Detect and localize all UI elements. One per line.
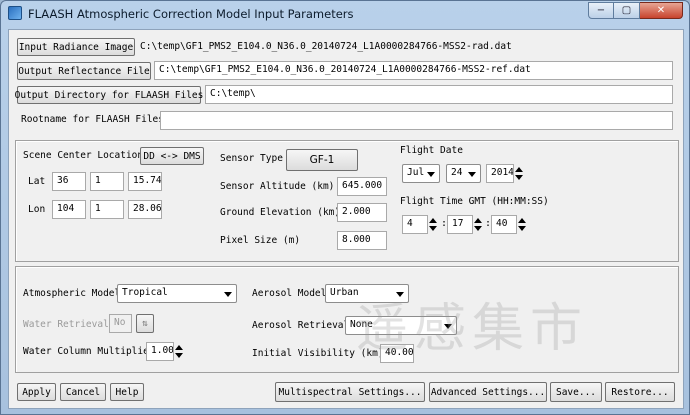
initial-visibility-field[interactable]: 40.00	[380, 344, 414, 363]
spin-down-icon	[175, 353, 183, 358]
apply-button[interactable]: Apply	[17, 383, 56, 401]
model-panel: Atmospheric Model Tropical Water Retriev…	[15, 266, 679, 373]
chevron-down-icon	[396, 292, 404, 297]
aerosol-retrieval-label: Aerosol Retrieval	[252, 320, 350, 331]
flight-hour-field[interactable]: 4	[402, 215, 428, 234]
water-column-spinner[interactable]	[174, 342, 184, 361]
scene-sensor-panel: Scene Center Location DD <-> DMS Lat 36 …	[15, 140, 679, 262]
help-button[interactable]: Help	[110, 383, 144, 401]
multispectral-settings-button[interactable]: Multispectral Settings...	[275, 382, 425, 402]
restore-button[interactable]: Restore...	[605, 382, 675, 402]
toggle-arrows-icon: ⇅	[142, 318, 148, 329]
spin-up-icon	[515, 167, 523, 172]
output-directory-field[interactable]: C:\temp\	[205, 85, 673, 104]
spin-down-icon	[429, 226, 437, 231]
minimize-icon: −	[596, 5, 606, 16]
app-icon	[8, 6, 22, 20]
output-reflectance-field[interactable]: C:\temp\GF1_PMS2_E104.0_N36.0_20140724_L…	[154, 61, 673, 80]
caption-buttons: − ▢ ✕	[588, 2, 683, 19]
water-column-label: Water Column Multiplier	[23, 346, 155, 357]
dd-dms-toggle-button[interactable]: DD <-> DMS	[140, 147, 204, 165]
atmospheric-model-value: Tropical	[122, 287, 168, 298]
flight-second-field[interactable]: 40	[491, 215, 517, 234]
lon-label: Lon	[28, 204, 46, 215]
aerosol-model-value: Urban	[330, 287, 359, 298]
lat-label: Lat	[28, 176, 46, 187]
aerosol-model-dropdown[interactable]: Urban	[325, 284, 409, 303]
spin-up-icon	[429, 218, 437, 223]
lat-seconds-field[interactable]: 15.74	[128, 172, 162, 191]
spin-down-icon	[518, 226, 526, 231]
lat-minutes-field[interactable]: 1	[90, 172, 124, 191]
sensor-type-label: Sensor Type	[220, 153, 283, 164]
flight-date-label: Flight Date	[400, 145, 463, 156]
year-spinner[interactable]	[514, 164, 524, 183]
initial-visibility-label: Initial Visibility (km)	[252, 348, 384, 359]
chevron-down-icon	[224, 292, 232, 297]
aerosol-retrieval-dropdown[interactable]: None	[345, 316, 457, 335]
pixel-size-label: Pixel Size (m)	[220, 235, 301, 246]
lon-minutes-field[interactable]: 1	[90, 200, 124, 219]
flight-day-value: 24	[451, 167, 463, 178]
atmospheric-model-dropdown[interactable]: Tropical	[117, 284, 237, 303]
minimize-button[interactable]: −	[588, 2, 614, 19]
minute-spinner[interactable]	[473, 215, 483, 234]
input-radiance-path: C:\temp\GF1_PMS2_E104.0_N36.0_20140724_L…	[140, 41, 512, 52]
ground-elevation-field[interactable]: 2.000	[337, 203, 387, 222]
flight-month-value: Jul	[407, 167, 425, 178]
window-title: FLAASH Atmospheric Correction Model Inpu…	[28, 7, 354, 21]
scene-center-label: Scene Center Location	[23, 150, 144, 161]
water-retrieval-toggle-button: ⇅	[136, 314, 154, 333]
flaash-dialog-window: FLAASH Atmospheric Correction Model Inpu…	[0, 0, 690, 415]
pixel-size-field[interactable]: 8.000	[337, 231, 387, 250]
maximize-button[interactable]: ▢	[614, 2, 640, 19]
sensor-type-button[interactable]: GF-1	[286, 149, 358, 171]
lat-degrees-field[interactable]: 36	[52, 172, 86, 191]
spin-down-icon	[474, 226, 482, 231]
sensor-altitude-field[interactable]: 645.000	[337, 177, 387, 196]
aerosol-retrieval-value: None	[350, 319, 373, 330]
chevron-down-icon	[468, 172, 476, 177]
water-retrieval-field: No	[109, 314, 132, 333]
chevron-down-icon	[427, 172, 435, 177]
aerosol-model-label: Aerosol Model	[252, 288, 327, 299]
flight-day-dropdown[interactable]: 24	[446, 164, 481, 183]
title-bar[interactable]: FLAASH Atmospheric Correction Model Inpu…	[1, 1, 689, 27]
lon-seconds-field[interactable]: 28.06	[128, 200, 162, 219]
rootname-field[interactable]	[160, 111, 673, 130]
flight-year-field[interactable]: 2014	[486, 164, 514, 183]
second-spinner[interactable]	[517, 215, 527, 234]
spin-up-icon	[474, 218, 482, 223]
flight-month-dropdown[interactable]: Jul	[402, 164, 440, 183]
lon-degrees-field[interactable]: 104	[52, 200, 86, 219]
water-column-field[interactable]: 1.00	[146, 342, 174, 361]
cancel-button[interactable]: Cancel	[60, 383, 106, 401]
close-button[interactable]: ✕	[640, 2, 683, 19]
chevron-down-icon	[444, 324, 452, 329]
water-retrieval-label: Water Retrieval	[23, 319, 109, 330]
save-button[interactable]: Save...	[550, 382, 602, 402]
advanced-settings-button[interactable]: Advanced Settings...	[429, 382, 547, 402]
rootname-label: Rootname for FLAASH Files	[21, 114, 164, 125]
dialog-client-area: Input Radiance Image C:\temp\GF1_PMS2_E1…	[8, 29, 684, 409]
maximize-icon: ▢	[621, 5, 632, 16]
flight-minute-field[interactable]: 17	[447, 215, 473, 234]
spin-up-icon	[518, 218, 526, 223]
flight-time-label: Flight Time GMT (HH:MM:SS)	[400, 196, 549, 207]
input-radiance-button[interactable]: Input Radiance Image	[17, 38, 135, 56]
spin-down-icon	[515, 175, 523, 180]
output-directory-button[interactable]: Output Directory for FLAASH Files	[15, 86, 203, 104]
sensor-altitude-label: Sensor Altitude (km)	[220, 181, 335, 192]
hour-spinner[interactable]	[428, 215, 438, 234]
atmospheric-model-label: Atmospheric Model	[23, 288, 121, 299]
output-reflectance-button[interactable]: Output Reflectance File	[17, 62, 151, 80]
ground-elevation-label: Ground Elevation (km)	[220, 207, 341, 218]
spin-up-icon	[175, 345, 183, 350]
close-icon: ✕	[656, 5, 666, 16]
